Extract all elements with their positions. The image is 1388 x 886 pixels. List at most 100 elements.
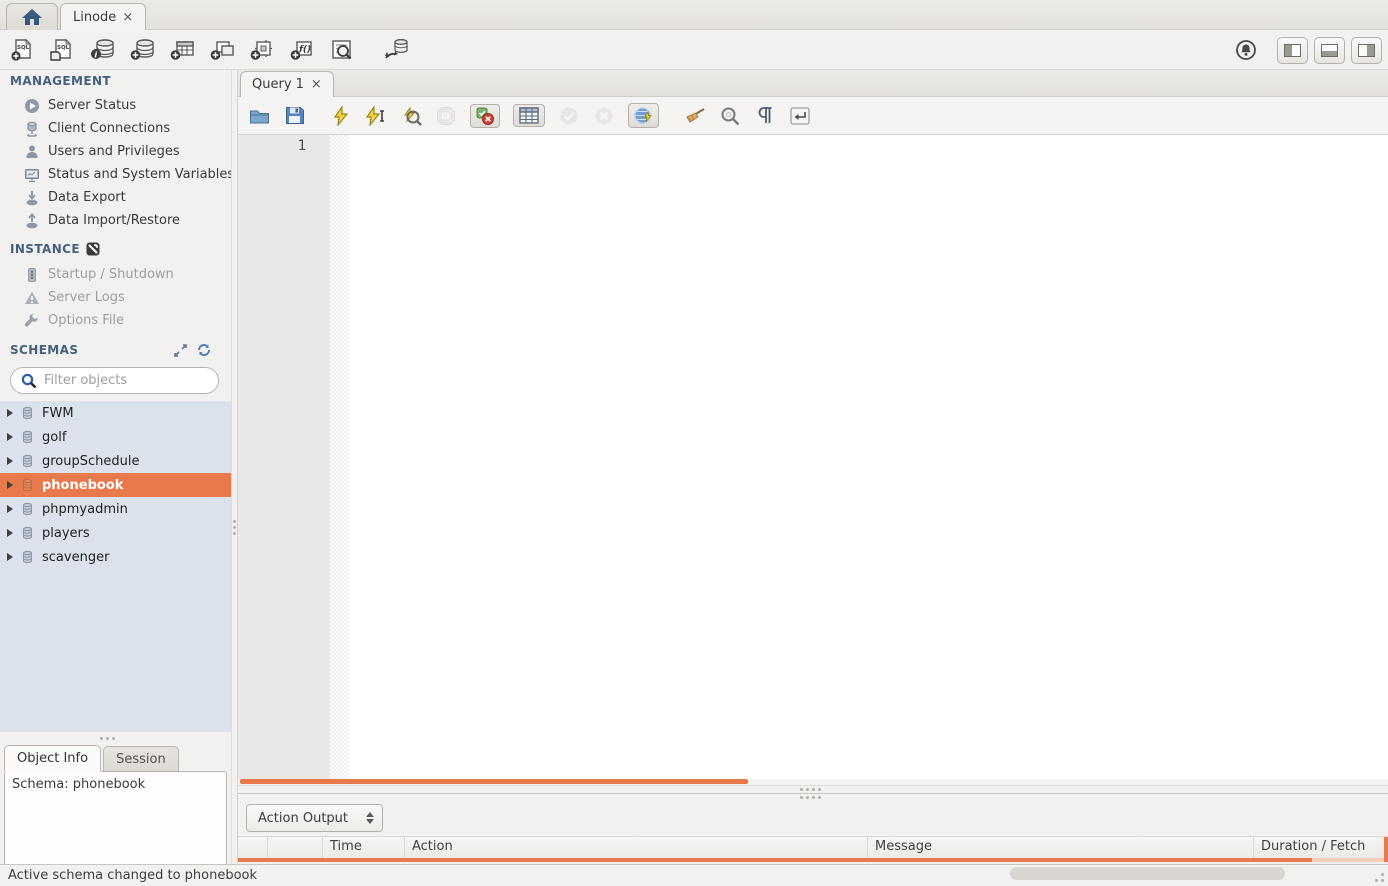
line-number: 1 [298, 138, 306, 154]
editor-output-splitter[interactable] [238, 785, 1388, 800]
expander-icon[interactable] [7, 529, 13, 537]
home-tab[interactable] [6, 3, 58, 30]
new-query-tab-icon[interactable]: SQL [8, 37, 35, 63]
sidebar-main-splitter[interactable] [231, 70, 238, 864]
col-message[interactable]: Message [868, 837, 1254, 858]
schema-name: FWM [42, 406, 74, 421]
sidebar-splitter-grip[interactable] [100, 737, 115, 740]
sidebar-item-users-privileges[interactable]: Users and Privileges [24, 140, 231, 163]
show-invisibles-icon[interactable] [754, 105, 776, 127]
expander-icon[interactable] [7, 505, 13, 513]
execute-current-statement-icon[interactable] [365, 105, 387, 127]
expand-panel-icon[interactable] [174, 344, 187, 357]
query-tab-label: Query 1 [252, 77, 304, 92]
sidebar-item-options-file[interactable]: Options File [24, 309, 231, 332]
schema-row-players[interactable]: players [0, 521, 231, 545]
schema-filter-input[interactable] [44, 373, 194, 388]
tab-object-info[interactable]: Object Info [4, 745, 101, 772]
query-tab[interactable]: Query 1 × [240, 71, 334, 97]
toggle-bottom-panel-button[interactable] [1314, 37, 1345, 64]
output-hscrollbar[interactable] [238, 858, 1388, 862]
beautify-icon[interactable] [684, 105, 706, 127]
notifications-icon[interactable] [1232, 37, 1259, 63]
tab-session[interactable]: Session [103, 746, 179, 772]
create-procedure-icon[interactable] [248, 37, 275, 63]
database-info-icon[interactable]: i [88, 37, 115, 63]
sidebar-item-server-logs[interactable]: Server Logs [24, 286, 231, 309]
expander-icon[interactable] [7, 553, 13, 561]
schema-row-fwm[interactable]: FWM [0, 401, 231, 425]
connection-tab-close-icon[interactable]: × [122, 10, 133, 25]
open-sql-script-icon[interactable]: SQL [48, 37, 75, 63]
server-logs-icon [24, 290, 40, 306]
connection-tab[interactable]: Linode × [60, 3, 146, 30]
sidebar-item-label: Server Logs [48, 290, 125, 305]
sidebar-item-label: Options File [48, 313, 124, 328]
schema-row-golf[interactable]: golf [0, 425, 231, 449]
query-tab-close-icon[interactable]: × [311, 77, 322, 92]
sidebar-item-status-variables[interactable]: Status and System Variables [24, 163, 231, 186]
window-resize-grip-icon[interactable] [1368, 870, 1384, 882]
open-script-icon[interactable] [248, 105, 270, 127]
object-info-text: Schema: phonebook [12, 777, 145, 792]
sidebar-item-label: Startup / Shutdown [48, 267, 174, 282]
output-vscrollbar-thumb[interactable] [1384, 837, 1388, 862]
col-status[interactable] [238, 837, 268, 858]
server-status-icon [24, 98, 40, 114]
navigator-sidebar: MANAGEMENT Server Status Client Connecti… [0, 70, 231, 864]
create-schema-icon[interactable] [128, 37, 155, 63]
save-script-icon[interactable] [283, 105, 305, 127]
expander-icon[interactable] [7, 409, 13, 417]
bottom-hscrollbar-thumb[interactable] [1010, 867, 1285, 880]
query-area: Query 1 × [238, 70, 1388, 864]
sidebar-item-startup-shutdown[interactable]: Startup / Shutdown [24, 263, 231, 286]
toggle-wrap-icon[interactable] [789, 105, 811, 127]
schema-row-phonebook[interactable]: phonebook [0, 473, 231, 497]
create-table-icon[interactable] [168, 37, 195, 63]
schema-filter[interactable] [10, 367, 219, 394]
reconnect-dbms-icon[interactable] [382, 37, 409, 63]
search-table-data-icon[interactable] [328, 37, 355, 63]
sidebar-item-data-export[interactable]: Data Export [24, 186, 231, 209]
create-function-icon[interactable]: f() [288, 37, 315, 63]
instance-admin-icon [86, 242, 100, 256]
explain-icon[interactable] [400, 105, 422, 127]
toggle-left-panel-button[interactable] [1277, 37, 1308, 64]
sidebar-item-client-connections[interactable]: Client Connections [24, 117, 231, 140]
toggle-autocommit-button[interactable] [628, 103, 659, 128]
output-view-selector[interactable]: Action Output [246, 804, 383, 832]
sidebar-item-server-status[interactable]: Server Status [24, 94, 231, 117]
execute-icon[interactable] [330, 105, 352, 127]
schema-icon [20, 478, 35, 493]
expander-icon[interactable] [7, 457, 13, 465]
schema-name: players [42, 526, 90, 541]
create-view-icon[interactable] [208, 37, 235, 63]
find-icon[interactable] [719, 105, 741, 127]
commit-icon[interactable] [558, 105, 580, 127]
editor-hscrollbar-thumb[interactable] [240, 779, 748, 784]
schema-row-scavenger[interactable]: scavenger [0, 545, 231, 569]
schema-name: scavenger [42, 550, 109, 565]
output-hscrollbar-thumb[interactable] [238, 858, 1312, 862]
schema-tree: FWM golf groupSchedule phonebook phpmyad [0, 401, 231, 732]
stop-icon[interactable] [435, 105, 457, 127]
refresh-schemas-icon[interactable] [197, 343, 211, 357]
col-index[interactable] [268, 837, 323, 858]
users-privileges-icon [24, 144, 40, 160]
sidebar-item-data-import[interactable]: Data Import/Restore [24, 209, 231, 232]
schema-row-phpmyadmin[interactable]: phpmyadmin [0, 497, 231, 521]
schema-icon [20, 406, 35, 421]
col-time[interactable]: Time [323, 837, 405, 858]
col-action[interactable]: Action [405, 837, 868, 858]
schema-row-groupschedule[interactable]: groupSchedule [0, 449, 231, 473]
right-panel-glyph [1358, 44, 1375, 57]
expander-icon[interactable] [7, 433, 13, 441]
toggle-stop-on-error-button[interactable] [470, 104, 500, 128]
sql-editor[interactable]: 1 [238, 135, 1388, 779]
col-duration-fetch[interactable]: Duration / Fetch [1254, 837, 1388, 858]
rollback-icon[interactable] [593, 105, 615, 127]
output-table-header: Time Action Message Duration / Fetch [238, 836, 1388, 858]
limit-rows-button[interactable] [513, 104, 545, 127]
toggle-right-panel-button[interactable] [1351, 37, 1382, 64]
expander-icon[interactable] [7, 481, 13, 489]
